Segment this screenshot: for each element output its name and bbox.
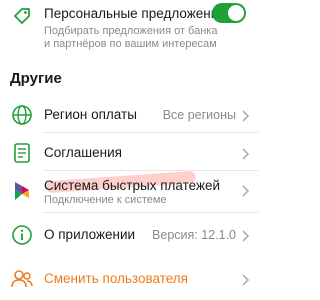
payment-region-row[interactable]: Регион оплаты Все регионы	[0, 100, 258, 130]
agreements-row[interactable]: Соглашения	[0, 138, 258, 168]
about-app-title: О приложении	[44, 227, 136, 242]
personal-offers-toggle[interactable]	[212, 3, 246, 23]
sbp-title: Система быстрых платежей	[44, 178, 221, 193]
personal-offers-subtitle-1: Подбирать предложения от банка	[44, 25, 218, 37]
sbp-subtitle: Подключение к системе	[44, 194, 167, 206]
chevron-right-icon	[242, 230, 250, 242]
personal-offers-title: Персональные предложения	[44, 6, 226, 21]
divider	[44, 170, 258, 171]
divider	[44, 212, 258, 213]
chevron-right-icon	[242, 148, 250, 160]
section-title-other: Другие	[10, 70, 62, 87]
chevron-right-icon	[242, 185, 250, 197]
document-icon	[10, 141, 34, 165]
about-app-row[interactable]: О приложении Версия: 12.1.0	[0, 220, 258, 250]
info-icon	[10, 223, 34, 247]
chevron-right-icon	[242, 274, 250, 286]
users-icon	[10, 267, 34, 291]
personal-offers-row[interactable]: Персональные предложения Подбирать предл…	[0, 0, 258, 56]
personal-offers-subtitle-2: и партнёров по вашим интересам	[44, 38, 217, 50]
switch-user-title: Сменить пользователя	[44, 271, 188, 286]
sbp-row[interactable]: Система быстрых платежей Подключение к с…	[0, 174, 258, 208]
switch-user-row[interactable]: Сменить пользователя	[0, 264, 258, 294]
divider	[44, 132, 258, 133]
toggle-knob	[228, 5, 244, 21]
chevron-right-icon	[242, 110, 250, 122]
payment-region-value: Все регионы	[162, 108, 236, 122]
payment-region-title: Регион оплаты	[44, 107, 137, 122]
tag-icon	[10, 4, 34, 28]
agreements-title: Соглашения	[44, 145, 122, 160]
app-version-value: Версия: 12.1.0	[152, 228, 236, 242]
globe-icon	[10, 103, 34, 127]
sbp-logo-icon	[10, 179, 34, 203]
